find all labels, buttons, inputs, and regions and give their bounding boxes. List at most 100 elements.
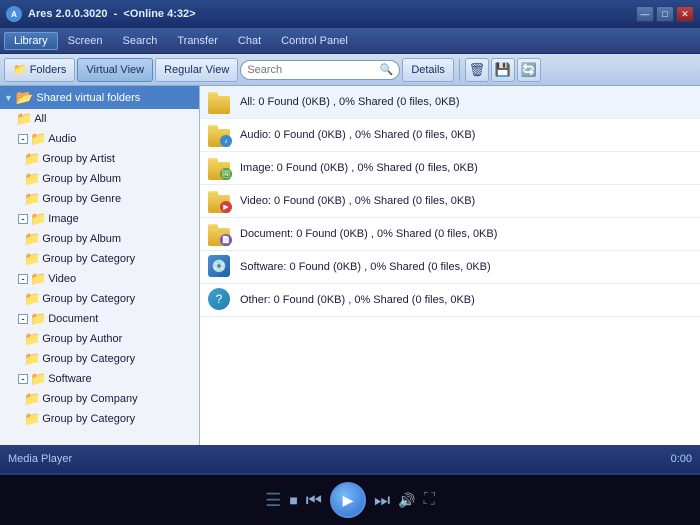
window-controls: — □ ✕	[636, 6, 694, 22]
save-button[interactable]: 💾	[491, 58, 515, 82]
search-input[interactable]	[247, 64, 379, 76]
menu-controlpanel[interactable]: Control Panel	[271, 32, 358, 50]
menu-chat[interactable]: Chat	[228, 32, 271, 50]
search-icon: 🔍	[380, 63, 394, 77]
video-category-label: Group by Category	[42, 293, 135, 305]
tree-section-video: - 📁 Video 📁 Group by Category	[0, 269, 199, 309]
video-expand-icon: -	[18, 274, 28, 284]
regular-view-button[interactable]: Regular View	[155, 58, 238, 82]
tree-parent-document[interactable]: - 📁 Document	[0, 309, 199, 329]
fullscreen-button[interactable]: ⛶	[424, 491, 435, 509]
tree-item-audio-artist[interactable]: 📁 Group by Artist	[0, 149, 199, 169]
tree-scroll[interactable]: ▼ 📂 Shared virtual folders 📁 All - 📁 Aud…	[0, 86, 199, 445]
details-button[interactable]: Details	[402, 58, 454, 82]
folders-icon: 📁	[13, 63, 27, 76]
right-panel[interactable]: All: 0 Found (0KB) , 0% Shared (0 files,…	[200, 86, 700, 445]
video-folder-icon: 📁	[30, 271, 46, 287]
tree-parent-image[interactable]: - 📁 Image	[0, 209, 199, 229]
file-icon-video: ▶	[208, 189, 232, 213]
minimize-button[interactable]: —	[636, 6, 654, 22]
menu-search[interactable]: Search	[112, 32, 167, 50]
tree-item-image-album[interactable]: 📁 Group by Album	[0, 229, 199, 249]
tree-item-all[interactable]: 📁 All	[0, 109, 199, 129]
tree-item-audio-album[interactable]: 📁 Group by Album	[0, 169, 199, 189]
tree-section-image: - 📁 Image 📁 Group by Album 📁 Group by Ca…	[0, 209, 199, 269]
file-label-software: Software: 0 Found (0KB) , 0% Shared (0 f…	[240, 261, 491, 273]
menu-bar: Library Screen Search Transfer Chat Cont…	[0, 28, 700, 54]
audio-label: Audio	[48, 133, 76, 145]
doc-category-icon: 📁	[24, 351, 40, 367]
document-expand-icon: -	[18, 314, 28, 324]
file-icon-software: 💿	[208, 255, 232, 279]
delete-button[interactable]: 🗑	[465, 58, 489, 82]
playlist-button[interactable]: ☰	[265, 490, 281, 511]
file-icon-other: ?	[208, 288, 232, 312]
status-bar: Media Player 0:00	[0, 445, 700, 473]
left-panel: ▼ 📂 Shared virtual folders 📁 All - 📁 Aud…	[0, 86, 200, 445]
image-category-icon: 📁	[24, 251, 40, 267]
file-label-audio: Audio: 0 Found (0KB) , 0% Shared (0 file…	[240, 129, 475, 141]
volume-button[interactable]: 🔊	[398, 492, 415, 509]
menu-library[interactable]: Library	[4, 32, 58, 50]
tree-item-soft-category[interactable]: 📁 Group by Category	[0, 409, 199, 429]
image-folder-icon: 📁	[30, 211, 46, 227]
audio-folder-icon: 📁	[30, 131, 46, 147]
maximize-button[interactable]: □	[656, 6, 674, 22]
tree-item-image-category[interactable]: 📁 Group by Category	[0, 249, 199, 269]
soft-category-icon: 📁	[24, 411, 40, 427]
tree-root-shared-folders[interactable]: ▼ 📂 Shared virtual folders	[0, 86, 199, 109]
audio-genre-icon: 📁	[24, 191, 40, 207]
audio-album-label: Group by Album	[42, 173, 121, 185]
file-row-video[interactable]: ▶ Video: 0 Found (0KB) , 0% Shared (0 fi…	[200, 185, 700, 218]
tree-item-doc-author[interactable]: 📁 Group by Author	[0, 329, 199, 349]
tree-section-audio: - 📁 Audio 📁 Group by Artist 📁 Group by A…	[0, 129, 199, 209]
document-label: Document	[48, 313, 98, 325]
file-row-software[interactable]: 💿 Software: 0 Found (0KB) , 0% Shared (0…	[200, 251, 700, 284]
file-row-all[interactable]: All: 0 Found (0KB) , 0% Shared (0 files,…	[200, 86, 700, 119]
tree-parent-software[interactable]: - 📁 Software	[0, 369, 199, 389]
file-label-other: Other: 0 Found (0KB) , 0% Shared (0 file…	[240, 294, 475, 306]
search-box: 🔍	[240, 60, 400, 80]
file-icon-all	[208, 90, 232, 114]
tree-section-document: - 📁 Document 📁 Group by Author 📁 Group b…	[0, 309, 199, 369]
file-row-other[interactable]: ? Other: 0 Found (0KB) , 0% Shared (0 fi…	[200, 284, 700, 317]
doc-author-icon: 📁	[24, 331, 40, 347]
soft-category-label: Group by Category	[42, 413, 135, 425]
root-label: Shared virtual folders	[36, 92, 140, 104]
tree-item-audio-genre[interactable]: 📁 Group by Genre	[0, 189, 199, 209]
next-button[interactable]: ⏭	[374, 490, 390, 511]
file-icon-document: 📄	[208, 222, 232, 246]
file-row-audio[interactable]: ♪ Audio: 0 Found (0KB) , 0% Shared (0 fi…	[200, 119, 700, 152]
app-icon: A	[6, 6, 22, 22]
tree-section-software: - 📁 Software 📁 Group by Company 📁 Group …	[0, 369, 199, 429]
tree-item-doc-category[interactable]: 📁 Group by Category	[0, 349, 199, 369]
virtual-view-button[interactable]: Virtual View	[77, 58, 153, 82]
all-folder-icon: 📁	[16, 111, 32, 127]
file-row-document[interactable]: 📄 Document: 0 Found (0KB) , 0% Shared (0…	[200, 218, 700, 251]
software-folder-icon: 📁	[30, 371, 46, 387]
toolbar: 📁 Folders Virtual View Regular View 🔍 De…	[0, 54, 700, 86]
file-label-image: Image: 0 Found (0KB) , 0% Shared (0 file…	[240, 162, 478, 174]
image-album-icon: 📁	[24, 231, 40, 247]
root-expand-icon: ▼	[4, 93, 13, 103]
menu-transfer[interactable]: Transfer	[167, 32, 228, 50]
audio-expand-icon: -	[18, 134, 28, 144]
separator-1	[459, 59, 460, 81]
tree-item-soft-company[interactable]: 📁 Group by Company	[0, 389, 199, 409]
refresh-button[interactable]: 🔄	[517, 58, 541, 82]
play-button[interactable]: ▶	[330, 482, 366, 518]
software-label: Software	[48, 373, 91, 385]
menu-screen[interactable]: Screen	[58, 32, 113, 50]
tree-parent-video[interactable]: - 📁 Video	[0, 269, 199, 289]
file-row-image[interactable]: 🖼 Image: 0 Found (0KB) , 0% Shared (0 fi…	[200, 152, 700, 185]
tree-item-video-category[interactable]: 📁 Group by Category	[0, 289, 199, 309]
soft-company-icon: 📁	[24, 391, 40, 407]
status-left: Media Player	[8, 453, 72, 465]
prev-button[interactable]: ⏮	[306, 490, 322, 511]
folders-button[interactable]: 📁 Folders	[4, 58, 75, 82]
close-button[interactable]: ✕	[676, 6, 694, 22]
stop-button[interactable]: ■	[289, 492, 297, 508]
audio-genre-label: Group by Genre	[42, 193, 121, 205]
tree-parent-audio[interactable]: - 📁 Audio	[0, 129, 199, 149]
file-label-document: Document: 0 Found (0KB) , 0% Shared (0 f…	[240, 228, 497, 240]
